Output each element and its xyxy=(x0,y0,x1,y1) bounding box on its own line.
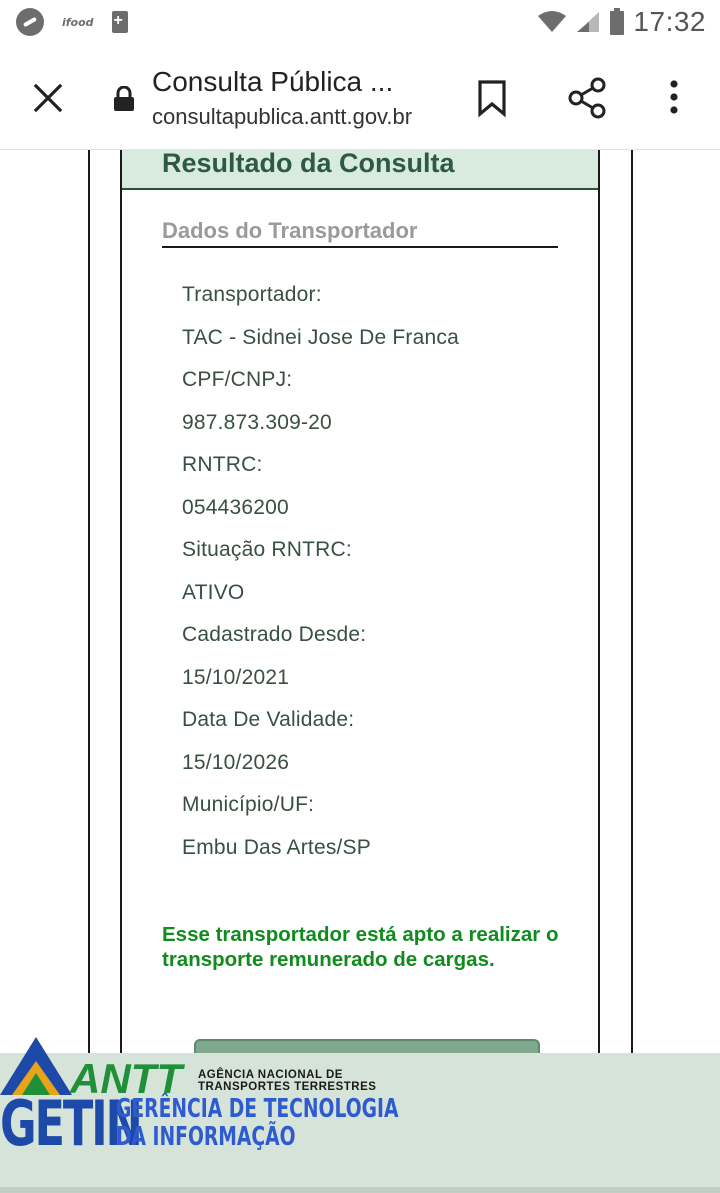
field-value-rntrc: 054436200 xyxy=(182,495,289,519)
field-label-transportador: Transportador: xyxy=(182,283,322,306)
result-card: Resultado da Consulta Dados do Transport… xyxy=(120,150,600,1053)
getin-subtitle-line1: GERÊNCIA DE TECNOLOGIA xyxy=(116,1094,399,1124)
eligibility-notice: Esse transportador está apto a realizar … xyxy=(162,923,559,971)
field-label-situacao: Situação RNTRC: xyxy=(182,538,352,561)
more-options-button[interactable] xyxy=(660,76,688,120)
ifood-notification-icon: ifood xyxy=(62,15,94,29)
more-vert-icon xyxy=(670,80,678,114)
bookmark-button[interactable] xyxy=(474,76,510,120)
lock-icon xyxy=(112,85,136,112)
field-value-municipio: Embu Das Artes/SP xyxy=(182,835,371,859)
field-label-rntrc: RNTRC: xyxy=(182,453,263,476)
agency-name-line1: AGÊNCIA NACIONAL DE xyxy=(198,1069,343,1081)
clock: 17:32 xyxy=(633,6,706,37)
battery-saver-icon xyxy=(111,11,128,33)
close-icon xyxy=(33,83,63,113)
antt-getin-banner: ANTT AGÊNCIA NACIONAL DE TRANSPORTES TER… xyxy=(0,1037,720,1193)
browser-toolbar: Consulta Pública ... consultapublica.ant… xyxy=(0,46,720,150)
getin-subtitle-line2: DA INFORMAÇÃO xyxy=(116,1122,296,1152)
status-bar: ifood 17:32 xyxy=(0,0,720,46)
page-url[interactable]: consultapublica.antt.gov.br xyxy=(152,104,442,130)
field-label-cadastrado: Cadastrado Desde: xyxy=(182,623,367,646)
field-value-situacao: ATIVO xyxy=(182,580,245,604)
close-button[interactable] xyxy=(26,78,70,118)
signal-icon xyxy=(577,12,600,32)
app-notification-icon xyxy=(16,8,44,36)
carrier-fields: Transportador: TAC - Sidnei Jose De Fran… xyxy=(182,274,459,869)
battery-icon xyxy=(610,8,625,35)
agency-name-line2: TRANSPORTES TERRESTRES xyxy=(198,1081,377,1093)
section-title: Dados do Transportador xyxy=(162,218,558,248)
field-label-municipio: Município/UF: xyxy=(182,793,315,816)
share-icon xyxy=(568,77,606,119)
card-header: Resultado da Consulta xyxy=(122,150,598,190)
field-label-validade: Data De Validade: xyxy=(182,708,355,731)
bookmark-icon xyxy=(478,80,506,118)
web-content[interactable]: Resultado da Consulta Dados do Transport… xyxy=(0,150,720,1053)
field-label-cpf-cnpj: CPF/CNPJ: xyxy=(182,368,293,391)
field-value-validade: 15/10/2026 xyxy=(182,750,290,774)
wifi-icon xyxy=(538,11,567,32)
field-value-cpf-cnpj: 987.873.309-20 xyxy=(182,410,332,434)
banner-bottom-strip xyxy=(0,1187,720,1193)
field-value-transportador: TAC - Sidnei Jose De Franca xyxy=(182,325,459,349)
page-title: Consulta Pública ... xyxy=(152,66,394,97)
card-title: Resultado da Consulta xyxy=(162,150,455,178)
field-value-cadastrado: 15/10/2021 xyxy=(182,665,290,689)
share-button[interactable] xyxy=(566,76,610,120)
